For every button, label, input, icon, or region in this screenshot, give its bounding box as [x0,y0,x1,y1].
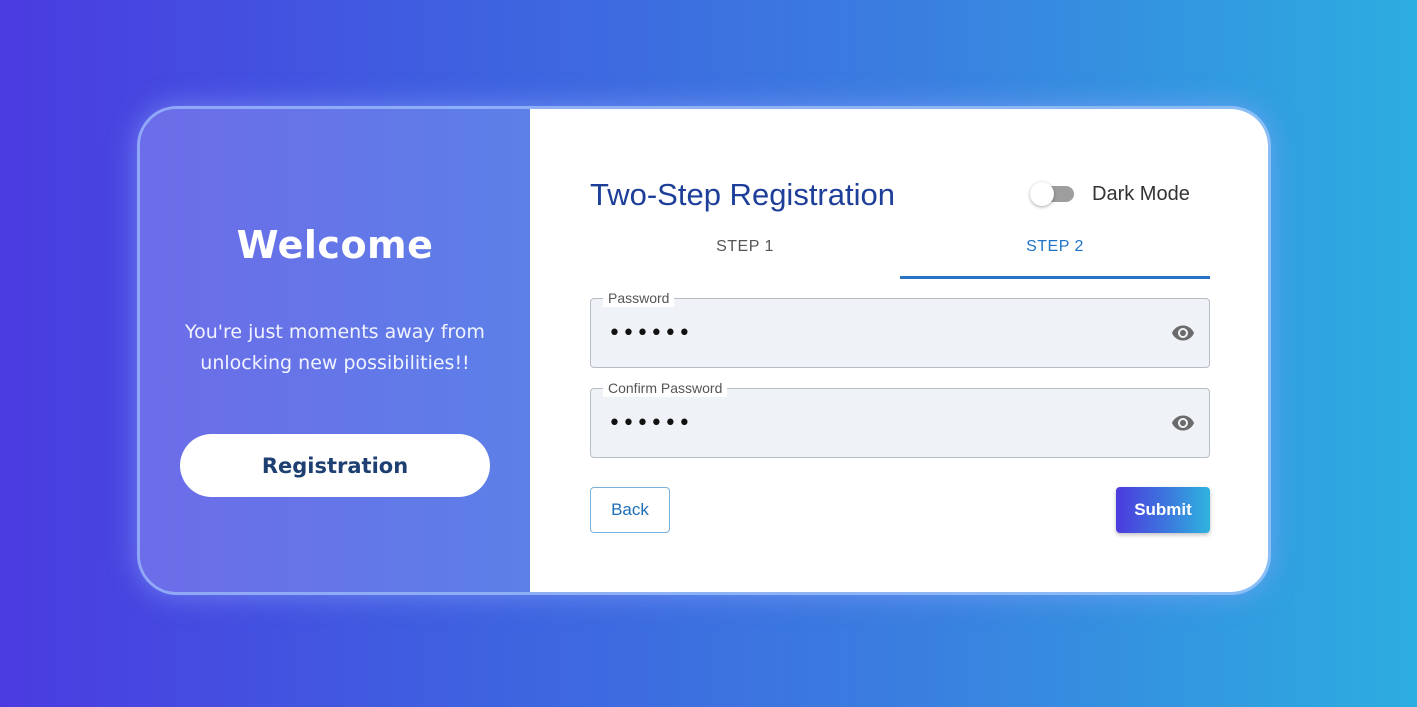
confirm-password-input[interactable] [608,411,1128,436]
dark-mode-label: Dark Mode [1092,182,1190,205]
tab-step-2[interactable]: STEP 2 [900,225,1210,279]
switch-thumb [1030,182,1054,206]
password-field: Password [590,289,1210,368]
eye-icon[interactable] [1169,411,1197,435]
submit-button[interactable]: Submit [1116,487,1210,533]
password-label: Password [603,289,675,307]
welcome-heading: Welcome [236,223,434,267]
confirm-password-field: Confirm Password [590,379,1210,458]
registration-button[interactable]: Registration [180,434,490,497]
welcome-panel: Welcome You're just moments away from un… [140,109,530,592]
step-tabs: STEP 1 STEP 2 [590,225,1210,279]
registration-card: Welcome You're just moments away from un… [137,106,1271,595]
password-input[interactable] [608,321,1128,346]
back-button[interactable]: Back [590,487,670,533]
confirm-password-label: Confirm Password [603,379,728,397]
tab-step-1[interactable]: STEP 1 [590,225,900,279]
dark-mode-toggle-group: Dark Mode [1030,181,1190,207]
dark-mode-switch[interactable] [1030,181,1076,207]
eye-icon[interactable] [1169,321,1197,345]
form-title: Two-Step Registration [590,177,895,212]
welcome-message: You're just moments away from unlocking … [185,321,485,374]
form-panel: Two-Step Registration Dark Mode STEP 1 S… [530,109,1268,592]
